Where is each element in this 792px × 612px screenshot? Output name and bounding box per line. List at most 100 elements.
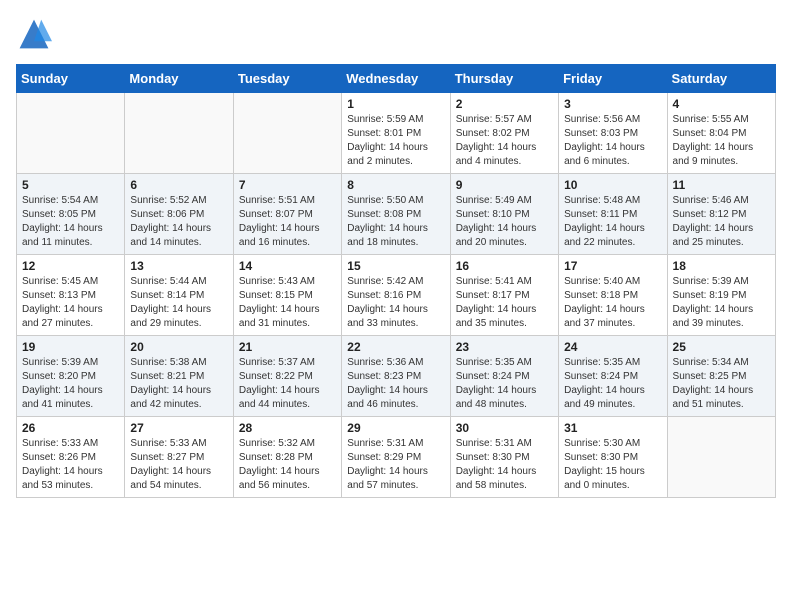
day-number: 18 xyxy=(673,259,770,273)
day-info: Sunrise: 5:41 AM Sunset: 8:17 PM Dayligh… xyxy=(456,275,553,331)
day-info: Sunrise: 5:50 AM Sunset: 8:08 PM Dayligh… xyxy=(347,194,444,250)
calendar-cell: 13 Sunrise: 5:44 AM Sunset: 8:14 PM Dayli… xyxy=(125,255,233,336)
calendar-cell: 2 Sunrise: 5:57 AM Sunset: 8:02 PM Daylig… xyxy=(450,93,558,174)
page-header xyxy=(16,16,776,52)
day-info: Sunrise: 5:37 AM Sunset: 8:22 PM Dayligh… xyxy=(239,356,336,412)
calendar-cell: 10 Sunrise: 5:48 AM Sunset: 8:11 PM Dayli… xyxy=(559,174,667,255)
day-number: 29 xyxy=(347,421,444,435)
day-number: 10 xyxy=(564,178,661,192)
calendar-cell: 24 Sunrise: 5:35 AM Sunset: 8:24 PM Dayli… xyxy=(559,336,667,417)
calendar-cell xyxy=(233,93,341,174)
calendar-cell: 26 Sunrise: 5:33 AM Sunset: 8:26 PM Dayli… xyxy=(17,417,125,498)
calendar-cell: 18 Sunrise: 5:39 AM Sunset: 8:19 PM Dayli… xyxy=(667,255,775,336)
calendar-cell: 23 Sunrise: 5:35 AM Sunset: 8:24 PM Dayli… xyxy=(450,336,558,417)
calendar-cell: 7Sunrise: 5:51 AM Sunset: 8:07 PM Daylig… xyxy=(233,174,341,255)
header-row: SundayMondayTuesdayWednesdayThursdayFrid… xyxy=(17,65,776,93)
calendar-cell: 27 Sunrise: 5:33 AM Sunset: 8:27 PM Dayli… xyxy=(125,417,233,498)
day-info: Sunrise: 5:54 AM Sunset: 8:05 PM Dayligh… xyxy=(22,194,119,250)
day-info: Sunrise: 5:35 AM Sunset: 8:24 PM Dayligh… xyxy=(564,356,661,412)
day-header-sunday: Sunday xyxy=(17,65,125,93)
day-number: 30 xyxy=(456,421,553,435)
day-info: Sunrise: 5:49 AM Sunset: 8:10 PM Dayligh… xyxy=(456,194,553,250)
day-header-tuesday: Tuesday xyxy=(233,65,341,93)
day-number: 26 xyxy=(22,421,119,435)
calendar-cell xyxy=(125,93,233,174)
day-info: Sunrise: 5:38 AM Sunset: 8:21 PM Dayligh… xyxy=(130,356,227,412)
calendar-cell: 19 Sunrise: 5:39 AM Sunset: 8:20 PM Dayli… xyxy=(17,336,125,417)
calendar-cell: 12 Sunrise: 5:45 AM Sunset: 8:13 PM Dayli… xyxy=(17,255,125,336)
day-header-monday: Monday xyxy=(125,65,233,93)
logo-icon xyxy=(16,16,52,52)
day-info: Sunrise: 5:39 AM Sunset: 8:20 PM Dayligh… xyxy=(22,356,119,412)
calendar-cell: 30 Sunrise: 5:31 AM Sunset: 8:30 PM Dayli… xyxy=(450,417,558,498)
calendar-cell: 6 Sunrise: 5:52 AM Sunset: 8:06 PM Daylig… xyxy=(125,174,233,255)
calendar-cell xyxy=(667,417,775,498)
calendar-cell: 28Sunrise: 5:32 AM Sunset: 8:28 PM Dayli… xyxy=(233,417,341,498)
calendar-cell: 17Sunrise: 5:40 AM Sunset: 8:18 PM Dayli… xyxy=(559,255,667,336)
day-info: Sunrise: 5:31 AM Sunset: 8:29 PM Dayligh… xyxy=(347,437,444,493)
calendar-cell: 25Sunrise: 5:34 AM Sunset: 8:25 PM Dayli… xyxy=(667,336,775,417)
calendar-cell xyxy=(17,93,125,174)
day-info: Sunrise: 5:36 AM Sunset: 8:23 PM Dayligh… xyxy=(347,356,444,412)
day-info: Sunrise: 5:56 AM Sunset: 8:03 PM Dayligh… xyxy=(564,113,661,169)
day-number: 13 xyxy=(130,259,227,273)
day-info: Sunrise: 5:30 AM Sunset: 8:30 PM Dayligh… xyxy=(564,437,661,493)
day-info: Sunrise: 5:33 AM Sunset: 8:26 PM Dayligh… xyxy=(22,437,119,493)
day-info: Sunrise: 5:43 AM Sunset: 8:15 PM Dayligh… xyxy=(239,275,336,331)
day-number: 24 xyxy=(564,340,661,354)
week-row-3: 12 Sunrise: 5:45 AM Sunset: 8:13 PM Dayli… xyxy=(17,255,776,336)
day-header-wednesday: Wednesday xyxy=(342,65,450,93)
day-info: Sunrise: 5:46 AM Sunset: 8:12 PM Dayligh… xyxy=(673,194,770,250)
day-number: 12 xyxy=(22,259,119,273)
day-number: 11 xyxy=(673,178,770,192)
day-number: 21 xyxy=(239,340,336,354)
week-row-5: 26 Sunrise: 5:33 AM Sunset: 8:26 PM Dayli… xyxy=(17,417,776,498)
calendar-cell: 22 Sunrise: 5:36 AM Sunset: 8:23 PM Dayli… xyxy=(342,336,450,417)
day-info: Sunrise: 5:32 AM Sunset: 8:28 PM Dayligh… xyxy=(239,437,336,493)
day-info: Sunrise: 5:39 AM Sunset: 8:19 PM Dayligh… xyxy=(673,275,770,331)
day-number: 8 xyxy=(347,178,444,192)
day-info: Sunrise: 5:45 AM Sunset: 8:13 PM Dayligh… xyxy=(22,275,119,331)
day-info: Sunrise: 5:44 AM Sunset: 8:14 PM Dayligh… xyxy=(130,275,227,331)
day-number: 19 xyxy=(22,340,119,354)
calendar-cell: 16 Sunrise: 5:41 AM Sunset: 8:17 PM Dayli… xyxy=(450,255,558,336)
day-header-thursday: Thursday xyxy=(450,65,558,93)
calendar-cell: 4Sunrise: 5:55 AM Sunset: 8:04 PM Daylig… xyxy=(667,93,775,174)
day-number: 6 xyxy=(130,178,227,192)
day-info: Sunrise: 5:34 AM Sunset: 8:25 PM Dayligh… xyxy=(673,356,770,412)
calendar-cell: 5Sunrise: 5:54 AM Sunset: 8:05 PM Daylig… xyxy=(17,174,125,255)
day-number: 20 xyxy=(130,340,227,354)
day-number: 22 xyxy=(347,340,444,354)
day-number: 23 xyxy=(456,340,553,354)
day-info: Sunrise: 5:40 AM Sunset: 8:18 PM Dayligh… xyxy=(564,275,661,331)
calendar-cell: 29 Sunrise: 5:31 AM Sunset: 8:29 PM Dayli… xyxy=(342,417,450,498)
day-info: Sunrise: 5:51 AM Sunset: 8:07 PM Dayligh… xyxy=(239,194,336,250)
week-row-2: 5Sunrise: 5:54 AM Sunset: 8:05 PM Daylig… xyxy=(17,174,776,255)
calendar-cell: 14 Sunrise: 5:43 AM Sunset: 8:15 PM Dayli… xyxy=(233,255,341,336)
week-row-1: 1Sunrise: 5:59 AM Sunset: 8:01 PM Daylig… xyxy=(17,93,776,174)
day-info: Sunrise: 5:48 AM Sunset: 8:11 PM Dayligh… xyxy=(564,194,661,250)
calendar-cell: 15 Sunrise: 5:42 AM Sunset: 8:16 PM Dayli… xyxy=(342,255,450,336)
calendar-cell: 20 Sunrise: 5:38 AM Sunset: 8:21 PM Dayli… xyxy=(125,336,233,417)
day-number: 9 xyxy=(456,178,553,192)
calendar-cell: 21 Sunrise: 5:37 AM Sunset: 8:22 PM Dayli… xyxy=(233,336,341,417)
calendar-cell: 11 Sunrise: 5:46 AM Sunset: 8:12 PM Dayli… xyxy=(667,174,775,255)
day-number: 4 xyxy=(673,97,770,111)
day-info: Sunrise: 5:33 AM Sunset: 8:27 PM Dayligh… xyxy=(130,437,227,493)
day-info: Sunrise: 5:42 AM Sunset: 8:16 PM Dayligh… xyxy=(347,275,444,331)
day-number: 2 xyxy=(456,97,553,111)
day-header-saturday: Saturday xyxy=(667,65,775,93)
day-number: 15 xyxy=(347,259,444,273)
day-info: Sunrise: 5:57 AM Sunset: 8:02 PM Dayligh… xyxy=(456,113,553,169)
calendar-cell: 3 Sunrise: 5:56 AM Sunset: 8:03 PM Daylig… xyxy=(559,93,667,174)
day-info: Sunrise: 5:35 AM Sunset: 8:24 PM Dayligh… xyxy=(456,356,553,412)
day-number: 14 xyxy=(239,259,336,273)
day-number: 16 xyxy=(456,259,553,273)
calendar-table: SundayMondayTuesdayWednesdayThursdayFrid… xyxy=(16,64,776,498)
day-info: Sunrise: 5:31 AM Sunset: 8:30 PM Dayligh… xyxy=(456,437,553,493)
day-number: 27 xyxy=(130,421,227,435)
day-info: Sunrise: 5:52 AM Sunset: 8:06 PM Dayligh… xyxy=(130,194,227,250)
logo xyxy=(16,16,56,52)
day-number: 3 xyxy=(564,97,661,111)
day-number: 31 xyxy=(564,421,661,435)
